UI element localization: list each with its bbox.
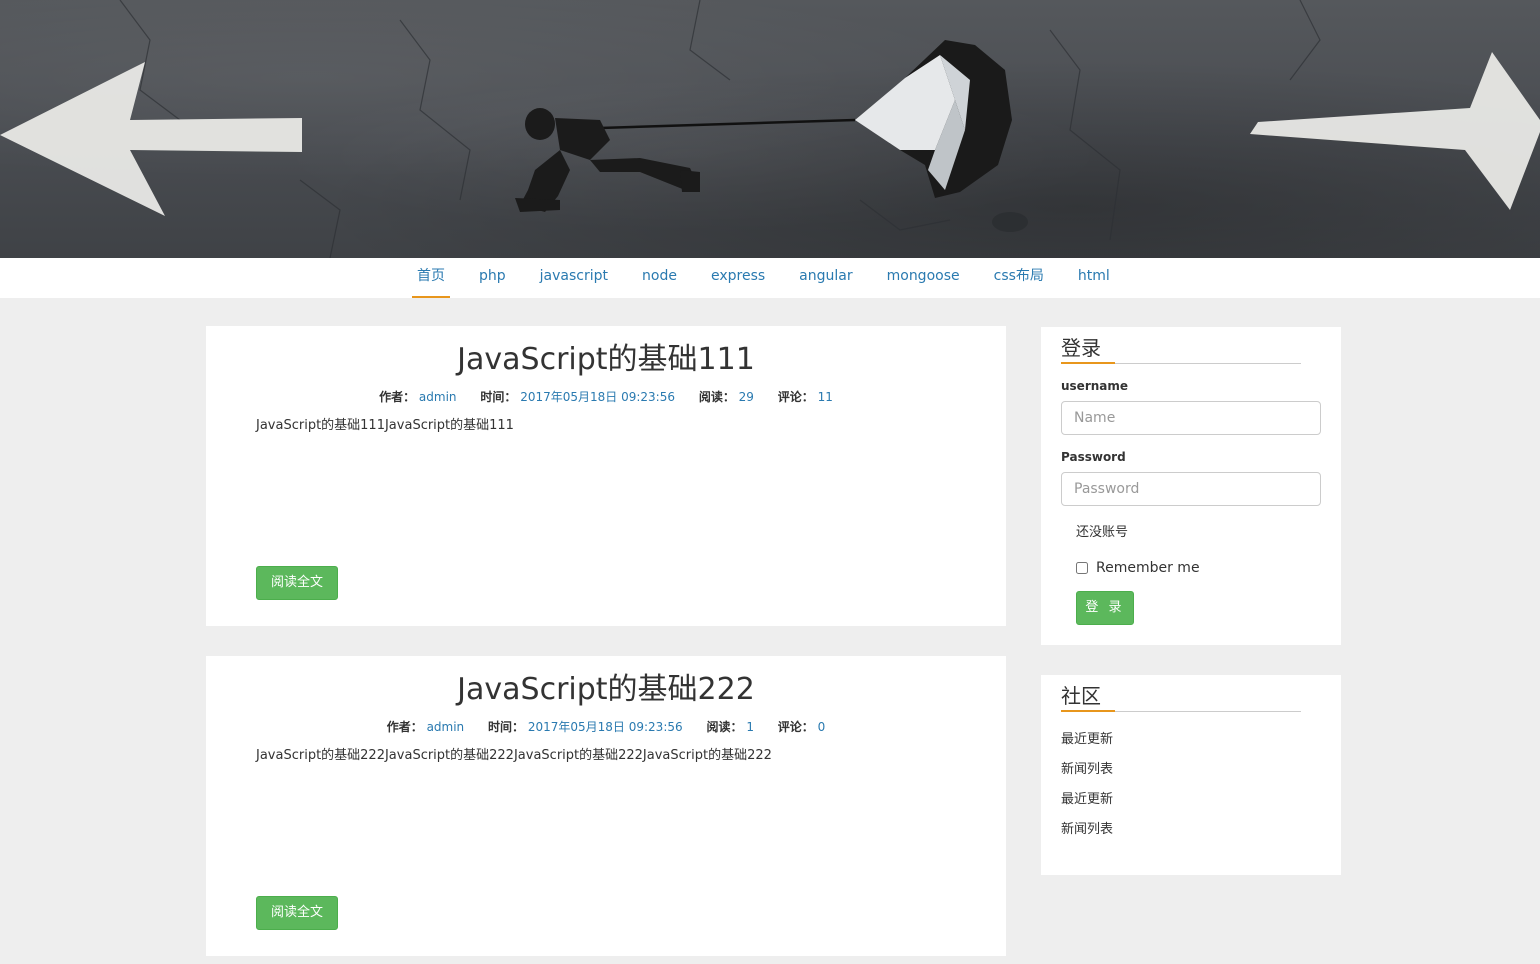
author-link[interactable]: admin xyxy=(419,390,457,404)
nav-list: 首页 php javascript node express angular m… xyxy=(412,258,1127,298)
community-title-text: 社区 xyxy=(1061,683,1115,712)
community-item[interactable]: 新闻列表 xyxy=(1061,815,1113,845)
author-label: 作者： xyxy=(379,390,416,404)
article-title[interactable]: JavaScript的基础111 xyxy=(206,340,1006,380)
community-list: 最近更新 新闻列表 最近更新 新闻列表 xyxy=(1061,725,1113,845)
read-more-button[interactable]: 阅读全文 xyxy=(256,896,338,930)
nav-item-css-layout[interactable]: css布局 xyxy=(977,258,1061,298)
article-meta: 作者： admin 时间： 2017年05月18日 09:23:56 阅读： 1… xyxy=(206,718,1006,736)
author-label: 作者： xyxy=(386,720,423,734)
remember-me[interactable]: Remember me xyxy=(1076,560,1200,576)
register-link[interactable]: 还没账号 xyxy=(1076,521,1128,540)
nav-item-php[interactable]: php xyxy=(462,258,523,298)
password-input[interactable] xyxy=(1061,472,1321,506)
banner-image xyxy=(0,0,1540,258)
reads-count: 29 xyxy=(738,390,754,404)
login-title-text: 登录 xyxy=(1061,335,1115,364)
login-widget: 登录 username Password 还没账号 Remember me 登 … xyxy=(1041,327,1341,645)
comments-label: 评论： xyxy=(777,390,814,404)
remember-me-checkbox[interactable] xyxy=(1076,562,1088,574)
nav-item-angular[interactable]: angular xyxy=(782,258,869,298)
login-button[interactable]: 登 录 xyxy=(1076,591,1134,625)
nav-item-home[interactable]: 首页 xyxy=(412,258,450,298)
comments-label: 评论： xyxy=(777,720,814,734)
author-link[interactable]: admin xyxy=(427,720,465,734)
nav-item-mongoose[interactable]: mongoose xyxy=(870,258,977,298)
article-summary: JavaScript的基础111JavaScript的基础111 xyxy=(256,418,514,433)
article-card: JavaScript的基础111 作者： admin 时间： 2017年05月1… xyxy=(206,326,1006,626)
main-nav: 首页 php javascript node express angular m… xyxy=(0,258,1540,298)
article-card: JavaScript的基础222 作者： admin 时间： 2017年05月1… xyxy=(206,656,1006,956)
remember-me-label: Remember me xyxy=(1096,560,1200,576)
username-label: username xyxy=(1061,379,1129,393)
time-label: 时间： xyxy=(480,390,517,404)
username-input[interactable] xyxy=(1061,401,1321,435)
time-label: 时间： xyxy=(488,720,525,734)
reads-label: 阅读： xyxy=(698,390,735,404)
community-title: 社区 xyxy=(1061,683,1301,712)
time-value: 2017年05月18日 09:23:56 xyxy=(527,720,683,734)
time-value: 2017年05月18日 09:23:56 xyxy=(520,390,675,404)
comments-count: 11 xyxy=(817,390,833,404)
reads-count: 1 xyxy=(746,720,754,734)
community-item[interactable]: 新闻列表 xyxy=(1061,755,1113,785)
nav-item-node[interactable]: node xyxy=(625,258,694,298)
login-title: 登录 xyxy=(1061,335,1301,364)
banner-illustration xyxy=(0,0,1540,258)
password-label: Password xyxy=(1061,450,1126,464)
article-meta: 作者： admin 时间： 2017年05月18日 09:23:56 阅读： 2… xyxy=(206,388,1006,406)
community-item[interactable]: 最近更新 xyxy=(1061,725,1113,755)
nav-item-express[interactable]: express xyxy=(694,258,782,298)
nav-item-html[interactable]: html xyxy=(1061,258,1127,298)
community-item[interactable]: 最近更新 xyxy=(1061,785,1113,815)
nav-item-javascript[interactable]: javascript xyxy=(523,258,625,298)
comments-count: 0 xyxy=(817,720,826,734)
read-more-button[interactable]: 阅读全文 xyxy=(256,566,338,600)
article-title[interactable]: JavaScript的基础222 xyxy=(206,670,1006,710)
community-widget: 社区 最近更新 新闻列表 最近更新 新闻列表 xyxy=(1041,675,1341,875)
reads-label: 阅读： xyxy=(706,720,743,734)
article-summary: JavaScript的基础222JavaScript的基础222JavaScri… xyxy=(256,748,772,763)
